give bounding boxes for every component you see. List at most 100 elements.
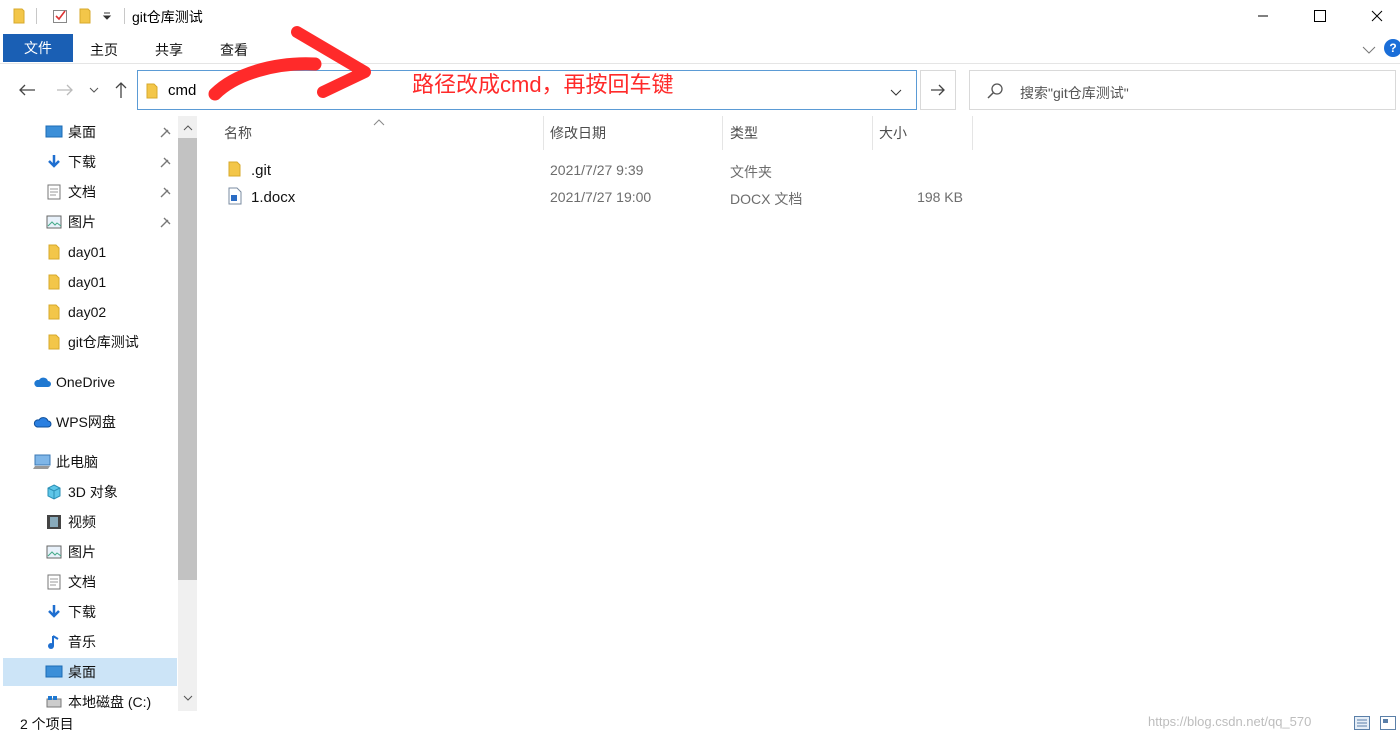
drive-icon xyxy=(44,692,64,711)
address-input[interactable]: cmd xyxy=(168,82,196,99)
maximize-button[interactable] xyxy=(1297,0,1343,32)
scroll-up-icon[interactable] xyxy=(178,118,197,138)
desktop-icon xyxy=(44,662,64,682)
sidebar-item-3d-objects[interactable]: 3D 对象 xyxy=(44,478,178,506)
pin-icon[interactable] xyxy=(159,126,171,142)
sidebar-item-wps-drive[interactable]: WPS网盘 xyxy=(32,408,178,436)
sidebar-item-label: 本地磁盘 (C:) xyxy=(68,694,152,710)
forward-button[interactable] xyxy=(53,78,77,102)
sidebar-item-onedrive[interactable]: OneDrive xyxy=(32,368,178,396)
pc-icon xyxy=(32,452,52,472)
details-view-icon[interactable] xyxy=(1350,712,1374,734)
pin-icon[interactable] xyxy=(159,216,171,232)
document-icon xyxy=(44,572,64,592)
sidebar-item-desktop-quick[interactable]: 桌面 xyxy=(44,118,178,146)
search-input[interactable]: 搜索"git仓库测试" xyxy=(1020,83,1129,103)
column-divider[interactable] xyxy=(972,116,973,150)
recent-locations-button[interactable] xyxy=(84,78,104,102)
sidebar-item-label: 文档 xyxy=(68,184,96,200)
scrollbar-thumb[interactable] xyxy=(178,138,197,580)
tab-home[interactable]: 主页 xyxy=(90,40,118,60)
item-count: 2 个项目 xyxy=(20,716,74,732)
large-icons-view-icon[interactable] xyxy=(1376,712,1400,734)
column-divider[interactable] xyxy=(872,116,873,150)
music-icon xyxy=(44,632,64,652)
search-box[interactable]: 搜索"git仓库测试" xyxy=(969,70,1396,110)
sidebar-item-day01[interactable]: day01 xyxy=(44,238,178,266)
customize-toolbar-icon[interactable] xyxy=(100,6,114,26)
new-folder-icon[interactable] xyxy=(76,6,96,26)
sidebar-item-day01-2[interactable]: day01 xyxy=(44,268,178,296)
folder-icon xyxy=(44,332,64,352)
sidebar-item-label: day01 xyxy=(68,244,107,260)
sidebar-item-label: 3D 对象 xyxy=(68,484,118,500)
minimize-button[interactable] xyxy=(1240,0,1286,32)
column-header-type[interactable]: 类型 xyxy=(730,116,758,150)
file-date: 2021/7/27 19:00 xyxy=(550,189,652,205)
folder-icon xyxy=(44,272,64,292)
sidebar-item-label: day02 xyxy=(68,304,107,320)
sidebar-item-label: 桌面 xyxy=(68,124,96,140)
desktop-icon xyxy=(44,122,64,142)
sidebar-item-local-disk[interactable]: 本地磁盘 (C:) xyxy=(44,688,178,711)
file-row[interactable]: .git 2021/7/27 9:39 文件夹 xyxy=(218,158,978,184)
sidebar-item-day02[interactable]: day02 xyxy=(44,298,178,326)
sidebar-item-git-repo[interactable]: git仓库测试 xyxy=(44,328,178,356)
sidebar-item-desktop[interactable]: 桌面 xyxy=(3,658,177,686)
pin-icon[interactable] xyxy=(159,156,171,172)
up-button[interactable] xyxy=(109,78,133,102)
sidebar-item-label: 音乐 xyxy=(68,634,96,650)
expand-ribbon-icon[interactable] xyxy=(1362,42,1376,58)
sidebar-item-label: 文档 xyxy=(68,574,96,590)
tab-share[interactable]: 共享 xyxy=(155,40,183,60)
sidebar-item-pictures[interactable]: 图片 xyxy=(44,538,178,566)
pin-icon[interactable] xyxy=(159,186,171,202)
watermark: https://blog.csdn.net/qq_570 xyxy=(1148,714,1312,729)
file-name: .git xyxy=(251,162,272,179)
help-icon[interactable]: ? xyxy=(1384,39,1400,57)
title-divider xyxy=(124,8,125,24)
sidebar-item-music[interactable]: 音乐 xyxy=(44,628,178,656)
file-type: 文件夹 xyxy=(730,164,772,180)
download-icon xyxy=(44,152,64,172)
sidebar-item-downloads[interactable]: 下载 xyxy=(44,598,178,626)
column-header-name[interactable]: 名称 xyxy=(224,116,252,150)
column-divider[interactable] xyxy=(722,116,723,150)
sidebar-item-videos[interactable]: 视频 xyxy=(44,508,178,536)
toolbar-divider xyxy=(36,8,37,24)
column-header-date[interactable]: 修改日期 xyxy=(550,116,606,150)
sidebar-item-label: 下载 xyxy=(68,604,96,620)
sidebar-item-pictures-quick[interactable]: 图片 xyxy=(44,208,178,236)
sidebar-item-documents-quick[interactable]: 文档 xyxy=(44,178,178,206)
folder-icon xyxy=(228,161,242,180)
file-row[interactable]: 1.docx 2021/7/27 19:00 DOCX 文档 198 KB xyxy=(218,185,978,211)
properties-icon[interactable] xyxy=(50,6,70,26)
column-divider[interactable] xyxy=(543,116,544,150)
cloud-icon xyxy=(32,412,52,432)
sidebar-item-label: 图片 xyxy=(68,214,96,230)
document-icon xyxy=(44,182,64,202)
chevron-down-icon[interactable] xyxy=(890,84,902,100)
sidebar-item-this-pc[interactable]: 此电脑 xyxy=(32,448,178,476)
close-button[interactable] xyxy=(1354,0,1400,32)
scroll-down-icon[interactable] xyxy=(178,688,197,708)
sidebar-item-documents[interactable]: 文档 xyxy=(44,568,178,596)
column-header-size[interactable]: 大小 xyxy=(879,116,907,150)
window-title: git仓库测试 xyxy=(132,9,203,25)
sidebar-item-label: 桌面 xyxy=(68,664,96,680)
download-icon xyxy=(44,602,64,622)
file-size: 198 KB xyxy=(917,189,963,205)
docx-icon xyxy=(228,187,242,208)
sidebar-item-label: OneDrive xyxy=(56,374,116,390)
folder-icon xyxy=(146,83,158,102)
sidebar-scrollbar[interactable] xyxy=(178,116,197,711)
back-button[interactable] xyxy=(15,78,39,102)
annotation-arrow xyxy=(208,26,371,101)
file-type: DOCX 文档 xyxy=(730,191,803,207)
sidebar-item-label: 图片 xyxy=(68,544,96,560)
picture-icon xyxy=(44,542,64,562)
picture-icon xyxy=(44,212,64,232)
tab-file[interactable]: 文件 xyxy=(3,34,73,62)
sidebar-item-downloads-quick[interactable]: 下载 xyxy=(44,148,178,176)
go-button[interactable] xyxy=(920,70,956,110)
